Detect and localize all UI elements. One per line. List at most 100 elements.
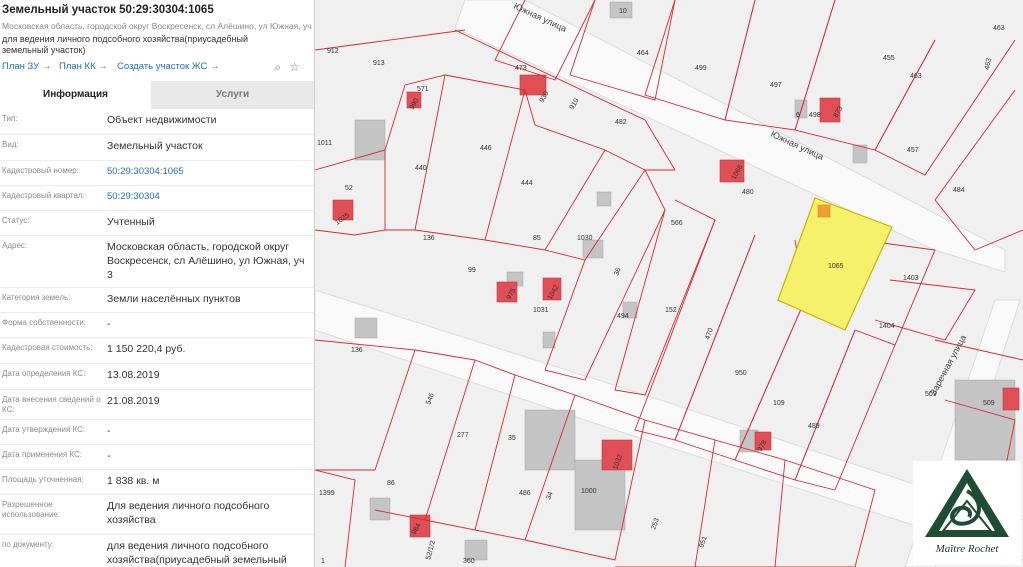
plot-label: 486 <box>519 490 531 497</box>
row-label: по документу: <box>2 540 54 549</box>
plot-label: 455 <box>883 55 895 62</box>
plot-label: 463 <box>910 73 922 80</box>
plot-label: 152 <box>665 307 677 314</box>
plot-label: 1403 <box>903 275 919 282</box>
tab-services[interactable]: Услуги <box>151 81 314 109</box>
building <box>369 497 391 521</box>
plot-label: 463 <box>984 58 993 71</box>
parcel-line <box>724 0 836 131</box>
table-row: Площадь уточненная: 1 838 кв. м <box>0 470 314 495</box>
plan-kk-link[interactable]: План КК → <box>59 61 108 72</box>
plot-label: 1399 <box>319 490 335 497</box>
logo-mark-icon <box>925 469 1009 537</box>
plot-label: 509 <box>925 391 937 398</box>
plot-label: 489 <box>808 423 820 430</box>
plot-label: 86 <box>387 480 395 487</box>
plot-label: 1031 <box>533 307 549 314</box>
parcel-line <box>614 199 716 396</box>
plot-label: 52/1/2 <box>425 540 437 561</box>
plot-label: 463 <box>993 25 1005 32</box>
row-value: 1 838 кв. м <box>107 475 160 487</box>
row-value: Для ведения личного подсобного хозяйства <box>107 500 270 526</box>
table-row: Форма собственности: - <box>0 313 314 338</box>
row-value: Земельный участок <box>107 140 203 152</box>
row-value: Московская область, городской округ Воск… <box>107 241 305 281</box>
row-label: Форма собственности: <box>2 318 87 327</box>
plot-label: 484 <box>953 187 965 194</box>
plot-label: 440 <box>415 165 427 172</box>
parcel-line <box>874 39 1016 176</box>
building <box>582 239 604 259</box>
row-value: - <box>107 318 111 330</box>
tab-info[interactable]: Информация <box>0 81 151 109</box>
plot-label: 546 <box>425 392 436 405</box>
plan-zu-link[interactable]: План ЗУ → <box>2 61 51 72</box>
building <box>1002 387 1020 411</box>
plot-label: 470 <box>704 327 715 340</box>
plot-label: 136 <box>423 235 435 242</box>
info-panel: Земельный участок 50:29:30304:1065 Моско… <box>0 0 315 567</box>
plot-label: 36 <box>613 267 622 277</box>
row-label: Кадастровый номер: <box>2 166 79 175</box>
row-value: - <box>107 450 111 462</box>
plot-label: 913 <box>373 60 385 67</box>
building <box>817 204 831 218</box>
parcel-purpose: для ведения личного подсобного хозяйства… <box>2 34 249 55</box>
row-value: для ведения личного подсобного хозяйства… <box>107 540 287 566</box>
search-map-icon[interactable]: ⌕ <box>275 61 282 73</box>
row-value: 13.08.2019 <box>107 369 160 381</box>
parcel-address: Московская область, городской округ Воск… <box>2 21 315 31</box>
plot-label: 497 <box>770 82 782 89</box>
plot-label: 566 <box>671 220 683 227</box>
plot-label: 1011 <box>317 140 332 147</box>
plot-label: 482 <box>615 119 627 126</box>
plot-label: 6 <box>796 112 800 119</box>
building <box>542 331 556 349</box>
create-parcel-link[interactable]: Создать участок ЖС → <box>117 61 219 72</box>
table-row: Тип: Объект недвижимости <box>0 109 314 135</box>
building <box>354 317 378 339</box>
row-label: Адрес: <box>2 241 28 250</box>
parcel-title: Земельный участок 50:29:30304:1065 <box>2 4 214 16</box>
table-row: Дата применения КС: - <box>0 445 314 470</box>
row-label: Категория земель: <box>2 293 71 302</box>
panel-tabs: Информация Услуги <box>0 81 314 109</box>
plot-label: 499 <box>695 65 707 72</box>
plot-label: 446 <box>480 145 492 152</box>
plot-label: 950 <box>735 370 747 377</box>
parcel-line <box>315 149 386 236</box>
plot-label: 480 <box>742 189 754 196</box>
plot-label: 498 <box>809 112 821 119</box>
plot-label: 109 <box>773 400 785 407</box>
plot-label: 457 <box>907 147 919 154</box>
plot-label: 277 <box>457 432 469 439</box>
table-row: Вид: Земельный участок <box>0 135 314 161</box>
row-label: Тип: <box>2 114 18 123</box>
parcel-line <box>874 279 976 341</box>
row-label: Разрешенное использование: <box>2 500 61 519</box>
plot-label: 509 <box>983 400 995 407</box>
building <box>464 539 488 561</box>
row-label: Статус: <box>2 216 30 225</box>
parcel-line <box>315 469 356 567</box>
plot-label: 473 <box>515 65 527 72</box>
plot-label: 360 <box>463 558 475 565</box>
table-row: по документу: для ведения личного подсоб… <box>0 535 314 567</box>
road-south-street <box>454 0 1006 273</box>
row-label: Кадастровая стоимость: <box>2 343 93 352</box>
row-label: Дата применения КС: <box>2 450 83 459</box>
cadastral-quarter-link[interactable]: 50:29:30304 <box>107 186 314 210</box>
row-label: Вид: <box>2 140 19 149</box>
table-row: Кадастровый номер: 50:29:30304:1065 <box>0 161 314 186</box>
parcel-line <box>414 74 526 241</box>
cadastral-map[interactable]: Южная улица Южная улица Заречная улица 1… <box>315 0 1023 567</box>
plot-label: 444 <box>521 180 533 187</box>
row-label: Кадастровый квартал: <box>2 191 85 200</box>
table-row: Кадастровый квартал: 50:29:30304 <box>0 186 314 211</box>
plot-label: 85 <box>533 235 541 242</box>
brand-logo: Maître Rochet <box>913 461 1021 565</box>
table-row: Кадастровая стоимость: 1 150 220,4 руб. <box>0 338 314 364</box>
cadastral-number-link[interactable]: 50:29:30304:1065 <box>107 161 314 185</box>
star-icon[interactable]: ☆ <box>289 61 300 73</box>
plot-label: 494 <box>617 313 629 320</box>
